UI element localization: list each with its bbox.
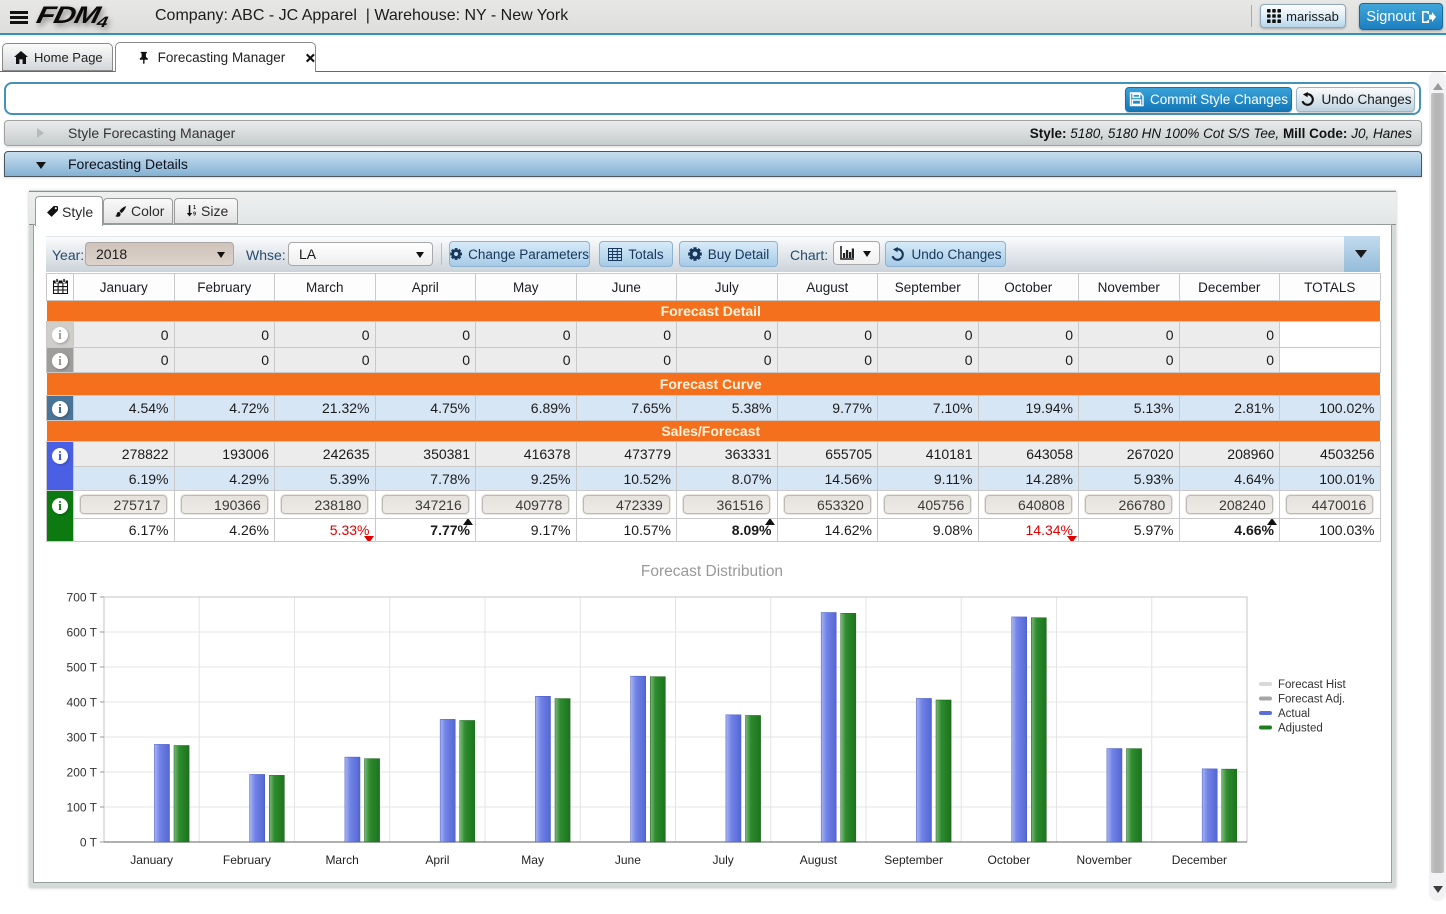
svg-text:400 T: 400 T (67, 696, 98, 710)
svg-text:9: 9 (193, 211, 196, 217)
svg-text:March: March (325, 853, 358, 867)
svg-text:1: 1 (193, 205, 196, 211)
svg-text:September: September (884, 853, 943, 867)
svg-text:February: February (223, 853, 271, 867)
svg-text:Adjusted: Adjusted (1278, 723, 1323, 735)
svg-text:500 T: 500 T (67, 661, 98, 675)
svg-text:Actual: Actual (1278, 708, 1310, 720)
svg-text:July: July (712, 853, 733, 867)
svg-text:October: October (988, 853, 1031, 867)
svg-text:Forecast Hist: Forecast Hist (1278, 679, 1347, 691)
svg-text:April: April (425, 853, 449, 867)
svg-text:700 T: 700 T (67, 591, 98, 605)
svg-text:600 T: 600 T (67, 626, 98, 640)
svg-text:January: January (130, 853, 173, 867)
svg-text:300 T: 300 T (67, 731, 98, 745)
svg-text:December: December (1172, 853, 1227, 867)
svg-text:Forecast Adj.: Forecast Adj. (1278, 694, 1345, 706)
svg-text:November: November (1076, 853, 1131, 867)
svg-text:0 T: 0 T (80, 836, 98, 850)
svg-text:200 T: 200 T (67, 766, 98, 780)
svg-text:May: May (521, 853, 544, 867)
svg-text:Forecast Distribution: Forecast Distribution (641, 563, 783, 580)
svg-text:100 T: 100 T (67, 801, 98, 815)
svg-text:June: June (615, 853, 641, 867)
svg-text:August: August (800, 853, 838, 867)
